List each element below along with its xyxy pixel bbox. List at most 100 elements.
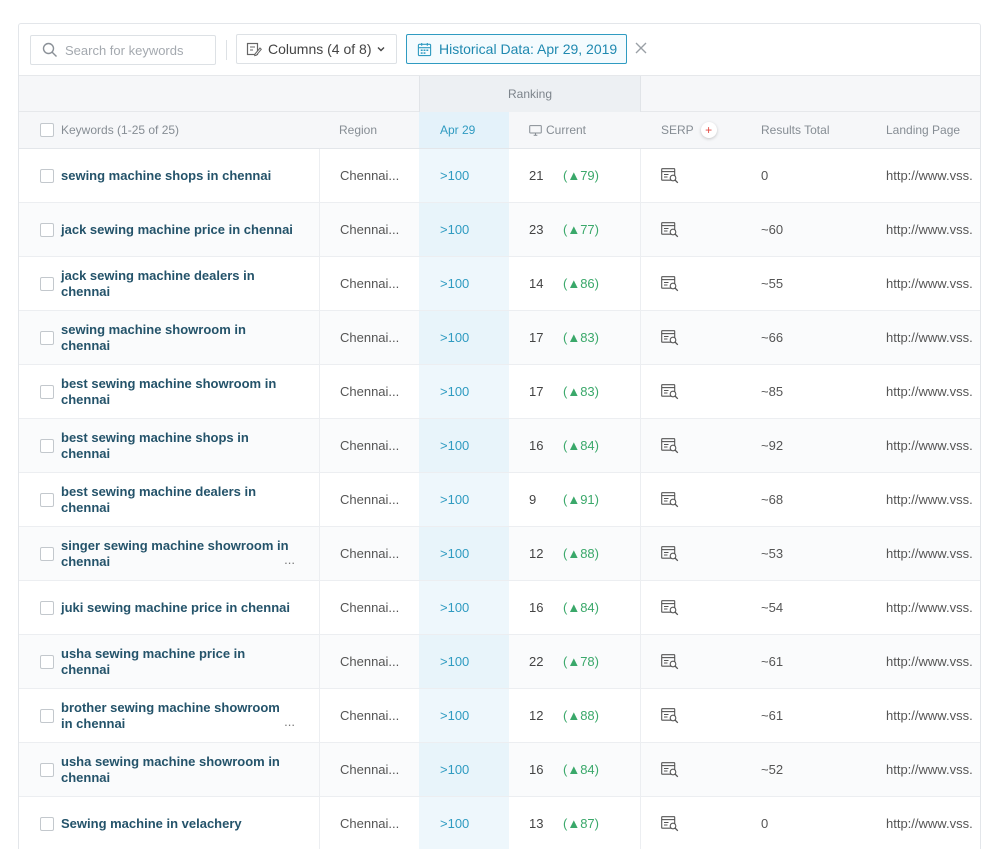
table-row: best sewing machine dealers in chennai C… bbox=[19, 473, 980, 527]
landing-page-link[interactable]: http://www.vss. bbox=[866, 527, 980, 580]
serp-preview-icon[interactable] bbox=[661, 221, 679, 238]
serp-preview-icon[interactable] bbox=[661, 275, 679, 292]
keyword-link[interactable]: brother sewing machine showroom in chenn… bbox=[61, 689, 295, 742]
landing-page-link[interactable]: http://www.vss. bbox=[866, 473, 980, 526]
row-checkbox[interactable] bbox=[40, 546, 54, 561]
row-select-cell bbox=[40, 311, 60, 364]
row-checkbox[interactable] bbox=[40, 168, 54, 183]
more-ellipsis[interactable]: ... bbox=[284, 552, 295, 568]
landing-page-link[interactable]: http://www.vss. bbox=[866, 419, 980, 472]
row-checkbox[interactable] bbox=[40, 276, 54, 291]
serp-cell bbox=[641, 365, 741, 418]
header-results-total[interactable]: Results Total bbox=[741, 112, 866, 148]
landing-page-link[interactable]: http://www.vss. bbox=[866, 581, 980, 634]
rank-change-badge: (▲91) bbox=[563, 492, 599, 507]
search-input[interactable] bbox=[65, 40, 211, 60]
region-cell: Chennai... bbox=[319, 689, 419, 742]
header-region[interactable]: Region bbox=[319, 112, 419, 148]
serp-preview-icon[interactable] bbox=[661, 707, 679, 724]
rank-change-badge: (▲84) bbox=[563, 438, 599, 453]
row-checkbox[interactable] bbox=[40, 384, 54, 399]
landing-page-link[interactable]: http://www.vss. bbox=[866, 689, 980, 742]
add-serp-button[interactable]: + bbox=[700, 122, 717, 138]
current-rank-cell: 23 (▲77) bbox=[509, 203, 641, 256]
keyword-link[interactable]: sewing machine shops in chennai bbox=[61, 149, 293, 202]
landing-page-link[interactable]: http://www.vss. bbox=[866, 797, 980, 849]
header-keywords[interactable]: Keywords (1-25 of 25) bbox=[61, 112, 319, 148]
region-cell: Chennai... bbox=[319, 419, 419, 472]
current-rank-cell: 17 (▲83) bbox=[509, 311, 641, 364]
close-icon[interactable] bbox=[634, 41, 648, 55]
landing-page-link[interactable]: http://www.vss. bbox=[866, 203, 980, 256]
results-total-cell: ~61 bbox=[761, 708, 784, 723]
rank-change-badge: (▲77) bbox=[563, 222, 599, 237]
row-checkbox[interactable] bbox=[40, 654, 54, 669]
landing-page-link[interactable]: http://www.vss. bbox=[866, 257, 980, 310]
header-serp[interactable]: SERP + bbox=[641, 112, 741, 148]
historical-data-label: Historical Data: Apr 29, 2019 bbox=[439, 41, 618, 57]
header-current[interactable]: Current bbox=[509, 112, 641, 148]
keyword-link[interactable]: best sewing machine shops in chennai bbox=[61, 419, 293, 472]
keyword-link[interactable]: jack sewing machine dealers in chennai bbox=[61, 257, 293, 310]
serp-preview-icon[interactable] bbox=[661, 437, 679, 454]
serp-preview-icon[interactable] bbox=[661, 653, 679, 670]
results-total-cell: ~68 bbox=[761, 492, 784, 507]
serp-preview-icon[interactable] bbox=[661, 491, 679, 508]
keyword-text: Sewing machine in velachery bbox=[61, 815, 242, 831]
serp-cell bbox=[641, 203, 741, 256]
columns-button[interactable]: Columns (4 of 8) bbox=[236, 34, 397, 64]
serp-preview-icon[interactable] bbox=[661, 599, 679, 616]
row-checkbox[interactable] bbox=[40, 492, 54, 507]
serp-preview-icon[interactable] bbox=[661, 815, 679, 832]
more-ellipsis[interactable]: ... bbox=[284, 714, 295, 730]
row-select-cell bbox=[40, 203, 60, 256]
results-total-cell: ~61 bbox=[761, 654, 784, 669]
keyword-link[interactable]: sewing machine showroom in chennai bbox=[61, 311, 293, 364]
row-checkbox[interactable] bbox=[40, 600, 54, 615]
landing-page-link[interactable]: http://www.vss. bbox=[866, 149, 980, 202]
keyword-link[interactable]: juki sewing machine price in chennai bbox=[61, 581, 293, 634]
current-rank-value: 23 bbox=[529, 222, 544, 237]
current-rank-value: 14 bbox=[529, 276, 544, 291]
serp-preview-icon[interactable] bbox=[661, 167, 679, 184]
landing-page-link[interactable]: http://www.vss. bbox=[866, 743, 980, 796]
select-all-checkbox[interactable] bbox=[40, 123, 54, 137]
row-checkbox[interactable] bbox=[40, 438, 54, 453]
serp-preview-icon[interactable] bbox=[661, 761, 679, 778]
row-checkbox[interactable] bbox=[40, 708, 54, 723]
calendar-icon bbox=[417, 42, 432, 56]
keyword-text: sewing machine showroom in chennai bbox=[61, 321, 246, 353]
serp-preview-icon[interactable] bbox=[661, 545, 679, 562]
historical-data-button[interactable]: Historical Data: Apr 29, 2019 bbox=[406, 34, 627, 64]
keyword-link[interactable]: singer sewing machine showroom in chenna… bbox=[61, 527, 295, 580]
keyword-link[interactable]: best sewing machine showroom in chennai bbox=[61, 365, 293, 418]
row-checkbox[interactable] bbox=[40, 816, 54, 831]
region-cell: Chennai... bbox=[319, 311, 419, 364]
row-checkbox[interactable] bbox=[40, 222, 54, 237]
landing-page-link[interactable]: http://www.vss. bbox=[866, 635, 980, 688]
landing-page-link[interactable]: http://www.vss. bbox=[866, 311, 980, 364]
row-checkbox[interactable] bbox=[40, 762, 54, 777]
row-checkbox[interactable] bbox=[40, 330, 54, 345]
header-apr-29[interactable]: Apr 29 bbox=[419, 112, 509, 148]
search-box[interactable] bbox=[30, 35, 216, 65]
serp-preview-icon[interactable] bbox=[661, 383, 679, 400]
chevron-down-icon bbox=[377, 47, 385, 52]
table-row: usha sewing machine showroom in chennai … bbox=[19, 743, 980, 797]
current-rank-cell: 16 (▲84) bbox=[509, 581, 641, 634]
monitor-icon bbox=[529, 124, 542, 136]
row-select-cell bbox=[40, 365, 60, 418]
serp-cell bbox=[641, 473, 741, 526]
landing-page-link[interactable]: http://www.vss. bbox=[866, 365, 980, 418]
keyword-link[interactable]: Sewing machine in velachery bbox=[61, 797, 293, 849]
header-landing-page[interactable]: Landing Page bbox=[866, 112, 980, 148]
table-row: brother sewing machine showroom in chenn… bbox=[19, 689, 980, 743]
keyword-link[interactable]: usha sewing machine showroom in chennai bbox=[61, 743, 293, 796]
serp-preview-icon[interactable] bbox=[661, 329, 679, 346]
results-total-cell: ~52 bbox=[761, 762, 784, 777]
serp-cell bbox=[641, 257, 741, 310]
keyword-link[interactable]: usha sewing machine price in chennai bbox=[61, 635, 293, 688]
keyword-link[interactable]: best sewing machine dealers in chennai bbox=[61, 473, 293, 526]
search-icon bbox=[42, 42, 57, 57]
keyword-link[interactable]: jack sewing machine price in chennai bbox=[61, 203, 293, 256]
